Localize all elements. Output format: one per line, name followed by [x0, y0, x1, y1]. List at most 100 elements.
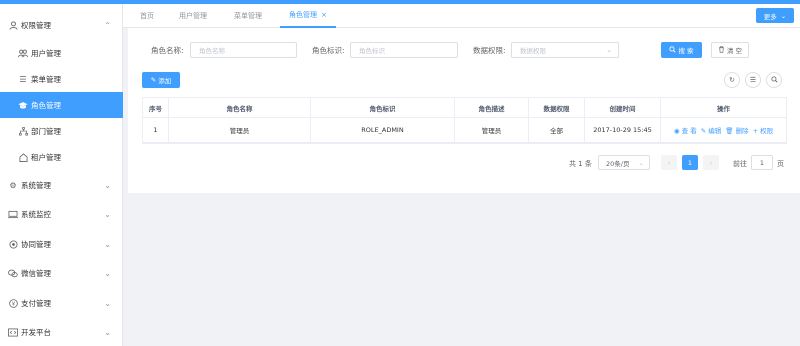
more-label: 更多 [763, 12, 777, 21]
chevron-right-icon: › [709, 158, 713, 167]
sidebar-item-label: 支付管理 [21, 298, 51, 308]
placeholder: 角色名称 [199, 47, 225, 55]
gear-icon: ⚙ [9, 180, 17, 190]
sidebar-item-label: 部门管理 [31, 126, 61, 136]
chevron-down-icon: ⌄ [104, 180, 111, 190]
clear-label: 清 空 [726, 47, 743, 55]
monitor-icon [8, 209, 18, 219]
cell-index: 1 [143, 118, 169, 142]
columns-icon: ☰ [749, 76, 757, 84]
role-key-input[interactable]: 角色标识 [350, 42, 458, 58]
tab-label: 首页 [140, 12, 154, 20]
tab-label: 角色管理 [289, 11, 317, 19]
sidebar-item-label: 租户管理 [31, 152, 61, 162]
sidebar-item-tenants[interactable]: 租户管理 [0, 144, 123, 170]
more-tabs-button[interactable]: 更多 ⌄ [756, 8, 794, 23]
tab-home[interactable]: 首页 [140, 4, 154, 28]
tab-label: 用户管理 [179, 12, 207, 20]
clear-button[interactable]: 清 空 [711, 42, 749, 58]
chevron-down-icon: ⌄ [104, 239, 111, 249]
search-toggle-button[interactable] [766, 72, 782, 88]
sidebar-item-menus[interactable]: ☰ 菜单管理 [0, 66, 123, 92]
cell-role-name: 管理员 [169, 118, 311, 142]
sidebar-item-label: 系统监控 [21, 209, 51, 219]
search-label: 搜 索 [678, 47, 694, 55]
sidebar-item-label: 系统管理 [21, 180, 51, 190]
next-page-button[interactable]: › [703, 155, 719, 170]
page-number-current[interactable]: 1 [682, 155, 698, 170]
chevron-left-icon: ‹ [667, 158, 671, 167]
trash-icon [718, 45, 725, 55]
page-suffix: 页 [777, 160, 784, 168]
sidebar-item-monitor[interactable]: 系统监控 ⌄ [0, 201, 123, 227]
role-key-label: 角色标识: [312, 46, 345, 55]
plus-icon: + [752, 127, 759, 135]
sidebar-item-label: 协同管理 [21, 239, 51, 249]
data-scope-label: 数据权限: [473, 46, 506, 55]
sidebar-item-departments[interactable]: 部门管理 [0, 118, 123, 144]
sidebar-item-users[interactable]: 用户管理 [0, 40, 123, 66]
edit-button[interactable]: ✎ 编辑 [701, 125, 722, 135]
sidebar-item-permission[interactable]: 权限管理 ⌃ [0, 12, 123, 38]
view-button[interactable]: ◉ 查 看 [674, 125, 697, 135]
cell-actions: ◉ 查 看 ✎ 编辑 🗑︎ 删除 + 权限 [661, 118, 786, 142]
prev-page-button[interactable]: ‹ [661, 155, 677, 170]
tab-menus[interactable]: 菜单管理 [234, 4, 262, 28]
goto-page-input[interactable]: 1 [751, 155, 773, 170]
tab-label: 菜单管理 [234, 12, 262, 20]
chevron-down-icon: ⌄ [104, 209, 111, 219]
pagination-total: 共 1 条 [569, 160, 592, 168]
data-scope-select[interactable]: 数据权限 ⌄ [511, 42, 619, 58]
sidebar-item-system[interactable]: ⚙ 系统管理 ⌄ [0, 172, 123, 198]
add-label: 添加 [158, 77, 172, 85]
header-role-key: 角色标识 [311, 98, 455, 117]
header-actions: 操作 [717, 104, 730, 113]
view-label: 查 看 [681, 127, 697, 135]
tab-roles[interactable]: 角色管理 × [280, 4, 336, 28]
cell-data-scope: 全部 [529, 118, 585, 142]
tree-icon [18, 126, 28, 136]
wechat-icon [8, 268, 18, 278]
search-icon [669, 45, 677, 55]
sidebar-item-roles[interactable]: 角色管理 [0, 92, 123, 118]
target-icon [8, 239, 18, 249]
header-role-name: 角色名称 [169, 98, 311, 117]
header-index: 序号 [143, 98, 169, 117]
users-icon [18, 48, 28, 58]
role-name-label: 角色名称: [151, 46, 184, 55]
header-data-scope: 数据权限 [529, 98, 585, 117]
tab-users[interactable]: 用户管理 [179, 4, 207, 28]
sidebar: 权限管理 ⌃ 用户管理 ☰ 菜单管理 角色管理 部门管理 租户管理 ⚙ 系统管理… [0, 4, 123, 346]
home-icon [18, 152, 28, 162]
role-name-input[interactable]: 角色名称 [190, 42, 297, 58]
chevron-down-icon: ⌄ [780, 11, 787, 20]
sidebar-item-collaboration[interactable]: 协同管理 ⌄ [0, 231, 123, 257]
cell-created: 2017-10-29 15:45 [585, 118, 661, 142]
sidebar-item-label: 微信管理 [21, 268, 51, 278]
permission-button[interactable]: + 权限 [753, 125, 774, 135]
refresh-button[interactable]: ↻ [724, 72, 740, 88]
sidebar-item-label: 权限管理 [21, 20, 51, 30]
cell-role-desc: 管理员 [455, 118, 529, 142]
sidebar-item-label: 开发平台 [21, 327, 51, 337]
edit-icon: ✎ [700, 127, 707, 135]
sidebar-item-label: 用户管理 [31, 48, 61, 58]
sidebar-item-label: 菜单管理 [31, 74, 61, 84]
delete-button[interactable]: 🗑︎ 删除 [725, 125, 748, 135]
close-icon[interactable]: × [321, 11, 327, 19]
page-size-value: 20条/页 [606, 159, 630, 168]
edit-label: 编辑 [708, 127, 722, 135]
sidebar-item-devplatform[interactable]: 开发平台 ⌄ [0, 319, 123, 345]
header-role-desc: 角色描述 [455, 98, 529, 117]
goto-label: 前往 [733, 160, 747, 168]
add-button[interactable]: ✎ 添加 [142, 72, 180, 88]
sidebar-item-wechat[interactable]: 微信管理 ⌄ [0, 260, 123, 286]
trash-icon: 🗑︎ [725, 127, 734, 135]
page-size-select[interactable]: 20条/页 ⌄ [598, 155, 650, 170]
sidebar-item-payment[interactable]: ¥ 支付管理 ⌄ [0, 290, 123, 316]
columns-button[interactable]: ☰ [745, 72, 761, 88]
search-button[interactable]: 搜 索 [661, 42, 702, 58]
goto-value: 1 [759, 158, 765, 167]
placeholder: 数据权限 [520, 47, 546, 55]
edit-icon: ✎ [150, 76, 157, 84]
